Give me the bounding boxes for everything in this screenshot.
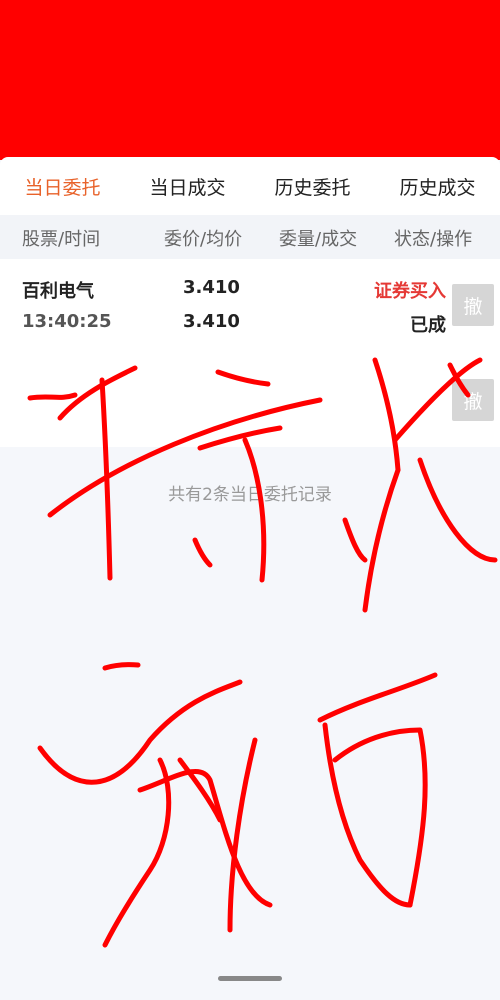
col-qty: 委量/成交: [279, 229, 358, 250]
redaction-block: [0, 0, 500, 160]
col-stock-time: 股票/时间: [22, 229, 101, 250]
tab-today-trades[interactable]: 当日成交: [145, 173, 229, 200]
order-row[interactable]: 百利电气 13:40:25 3.410 3.410 证券买入 已成 撤: [0, 259, 500, 354]
order-row[interactable]: 撤: [0, 353, 500, 447]
home-indicator[interactable]: [218, 976, 282, 981]
tab-history-trades[interactable]: 历史成交: [395, 173, 479, 200]
order-type: 证券买入: [374, 281, 446, 302]
order-tabs: 当日委托 当日成交 历史委托 历史成交: [0, 157, 500, 215]
cancel-button[interactable]: 撤: [452, 379, 494, 421]
stock-name: 百利电气: [22, 281, 94, 302]
avg-price: 3.410: [183, 311, 240, 332]
order-time: 13:40:25: [22, 311, 112, 332]
column-header: 股票/时间 委价/均价 委量/成交 状态/操作: [0, 215, 500, 259]
tab-today-orders[interactable]: 当日委托: [20, 173, 104, 200]
tab-history-orders[interactable]: 历史委托: [270, 173, 354, 200]
col-status: 状态/操作: [394, 229, 473, 250]
order-status: 已成: [410, 315, 446, 336]
col-price: 委价/均价: [164, 229, 243, 250]
order-price: 3.410: [183, 277, 240, 298]
record-count: 共有2条当日委托记录: [168, 485, 332, 505]
cancel-button[interactable]: 撤: [452, 284, 494, 326]
